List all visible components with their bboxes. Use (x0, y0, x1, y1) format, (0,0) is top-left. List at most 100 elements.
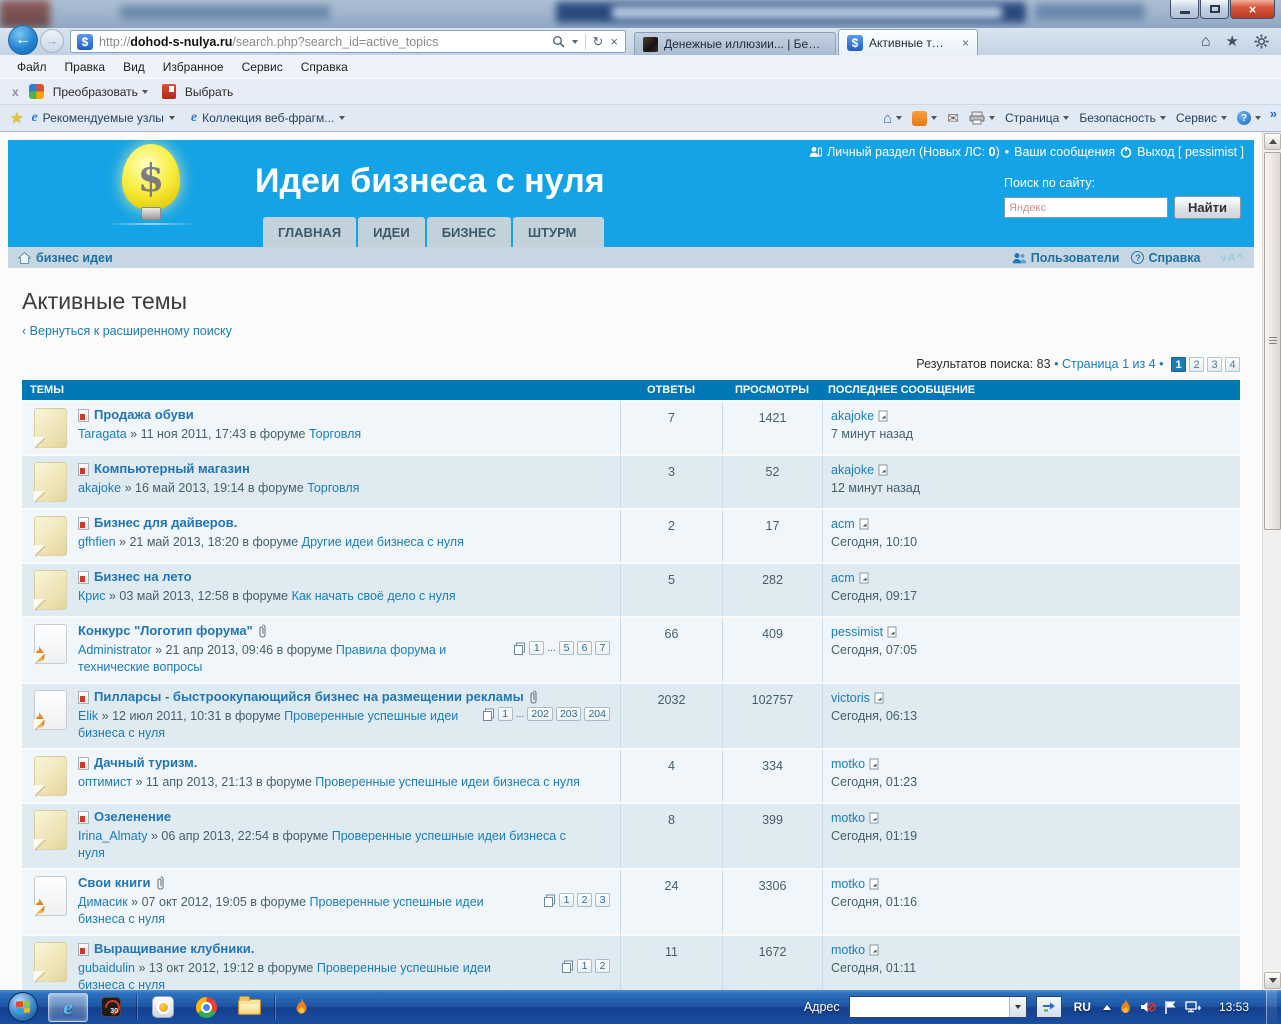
restore-button[interactable] (1200, 0, 1229, 19)
search-icon[interactable] (552, 35, 565, 48)
address-combo-input[interactable] (850, 997, 1009, 1017)
goto-last-post-icon[interactable] (859, 572, 870, 584)
last-post-author-link[interactable]: motko (831, 756, 865, 772)
favorites-star-icon[interactable]: ★ (1226, 34, 1239, 49)
topic-title-link[interactable]: Выращивание клубники. (94, 941, 254, 957)
add-favorite-star-icon[interactable]: ★ (10, 109, 23, 127)
personal-section-link[interactable]: Личный раздел (Новых ЛС: 0) (827, 145, 1000, 159)
forum-link[interactable]: Торговля (309, 427, 361, 441)
mini-page-button[interactable]: 1 (529, 641, 544, 655)
network-icon[interactable] (1185, 1000, 1202, 1014)
topic-title-link[interactable]: Бизнес для дайверов. (94, 515, 237, 531)
page-button[interactable]: 4 (1225, 357, 1240, 372)
stop-icon[interactable]: × (610, 35, 618, 48)
site-logo[interactable]: $ (106, 144, 196, 225)
last-post-author-link[interactable]: akajoke (831, 408, 874, 424)
go-button[interactable] (1036, 996, 1062, 1018)
toolbar-close-icon[interactable]: x (12, 85, 19, 99)
security-menu-button[interactable]: Безопасность (1079, 111, 1166, 125)
favorites-bar-item[interactable]: eКоллекция веб-фрагм... (191, 110, 345, 126)
goto-last-post-icon[interactable] (859, 518, 870, 530)
convert-button[interactable]: Преобразовать (29, 84, 148, 99)
mini-page-button[interactable]: 2 (595, 959, 610, 973)
print-button[interactable] (969, 111, 995, 125)
chevron-down-icon[interactable] (339, 116, 345, 120)
search-submit-button[interactable]: Найти (1174, 196, 1241, 219)
forum-link[interactable]: Другие идеи бизнеса с нуля (302, 535, 464, 549)
goto-last-post-icon[interactable] (874, 692, 885, 704)
font-resize-control[interactable]: vA^ (1221, 252, 1245, 264)
mini-page-button[interactable]: 1 (559, 893, 574, 907)
minimize-button[interactable] (1170, 0, 1199, 19)
language-indicator[interactable]: RU (1071, 1000, 1094, 1014)
site-nav-tab-штурм[interactable]: ШТУРМ (513, 217, 604, 247)
back-button[interactable]: ← (8, 25, 38, 55)
forum-link[interactable]: Проверенные успешные идеи бизнеса с нуля (315, 775, 580, 789)
browser-tab-inactive[interactable]: Денежные иллюзии... | Бегст... (634, 32, 836, 55)
tab-close-icon[interactable]: × (962, 36, 969, 50)
topic-title-link[interactable]: Бизнес на лето (94, 569, 192, 585)
author-link[interactable]: akajoke (78, 481, 121, 495)
volume-muted-icon[interactable] (1140, 1000, 1156, 1014)
forum-link[interactable]: Как начать своё дело с нуля (292, 589, 456, 603)
browser-tab-active[interactable]: $ Активные темы × (838, 29, 978, 55)
feeds-button[interactable] (912, 111, 937, 126)
mini-page-button[interactable]: 5 (559, 641, 574, 655)
mini-page-button[interactable]: 2 (577, 893, 592, 907)
goto-last-post-icon[interactable] (869, 944, 880, 956)
last-post-author-link[interactable]: motko (831, 942, 865, 958)
site-nav-tab-бизнес[interactable]: БИЗНЕС (427, 217, 511, 247)
scroll-down-button[interactable] (1264, 972, 1281, 989)
author-link[interactable]: Irina_Almaty (78, 829, 147, 843)
goto-last-post-icon[interactable] (869, 758, 880, 770)
logout-link[interactable]: Выход [ pessimist ] (1137, 145, 1244, 159)
goto-last-post-icon[interactable] (878, 464, 889, 476)
vertical-scrollbar[interactable] (1262, 132, 1281, 990)
author-link[interactable]: Taragata (78, 427, 127, 441)
action-center-flag-icon[interactable] (1164, 1000, 1177, 1015)
author-link[interactable]: gfhfien (78, 535, 116, 549)
topic-title-link[interactable]: Конкурс "Логотип форума" (78, 623, 253, 639)
menu-item[interactable]: Сервис (233, 60, 292, 74)
users-link[interactable]: Пользователи (1012, 251, 1120, 265)
flame-tray-icon[interactable] (1119, 999, 1132, 1015)
site-nav-tab-главная[interactable]: ГЛАВНАЯ (263, 217, 356, 247)
author-link[interactable]: Димасик (78, 895, 128, 909)
mini-page-button[interactable]: 204 (584, 707, 610, 721)
refresh-icon[interactable]: ↻ (593, 35, 604, 48)
scrollbar-thumb[interactable] (1264, 152, 1281, 530)
home-menu-button[interactable]: ⌂ (883, 111, 902, 126)
menu-item[interactable]: Файл (8, 60, 56, 74)
select-button[interactable]: Выбрать (148, 84, 233, 99)
page-button[interactable]: 1 (1171, 357, 1186, 372)
taskbar-clock[interactable]: 13:53 (1211, 1000, 1257, 1014)
taskbar-app-explorer[interactable] (229, 993, 269, 1022)
forum-link[interactable]: Торговля (307, 481, 359, 495)
taskbar-app-chrome[interactable] (186, 993, 226, 1022)
search-dropdown-icon[interactable] (572, 40, 578, 44)
chevron-down-icon[interactable] (169, 116, 175, 120)
start-button[interactable] (8, 992, 38, 1022)
topic-title-link[interactable]: Свои книги (78, 875, 151, 891)
goto-last-post-icon[interactable] (869, 878, 880, 890)
page-button[interactable]: 3 (1207, 357, 1222, 372)
search-input[interactable] (1004, 197, 1168, 218)
last-post-author-link[interactable]: acm (831, 516, 855, 532)
home-icon[interactable]: ⌂ (1201, 34, 1211, 50)
page-button[interactable]: 2 (1189, 357, 1204, 372)
taskbar-app-disc[interactable] (143, 993, 183, 1022)
goto-last-post-icon[interactable] (878, 410, 889, 422)
author-link[interactable]: gubaidulin (78, 961, 135, 975)
toolbar-overflow-icon[interactable]: » (1270, 106, 1277, 121)
mini-page-button[interactable]: 202 (527, 707, 553, 721)
mini-page-button[interactable]: 3 (595, 893, 610, 907)
topic-title-link[interactable]: Озеленение (94, 809, 171, 825)
mini-page-button[interactable]: 1 (577, 959, 592, 973)
topic-title-link[interactable]: Дачный туризм. (94, 755, 197, 771)
taskbar-app-calendar[interactable] (91, 993, 131, 1022)
last-post-author-link[interactable]: motko (831, 810, 865, 826)
help-link[interactable]: ? Справка (1131, 251, 1200, 265)
goto-last-post-icon[interactable] (869, 812, 880, 824)
tools-menu-button[interactable]: Сервис (1176, 111, 1227, 125)
menu-item[interactable]: Правка (56, 60, 115, 74)
